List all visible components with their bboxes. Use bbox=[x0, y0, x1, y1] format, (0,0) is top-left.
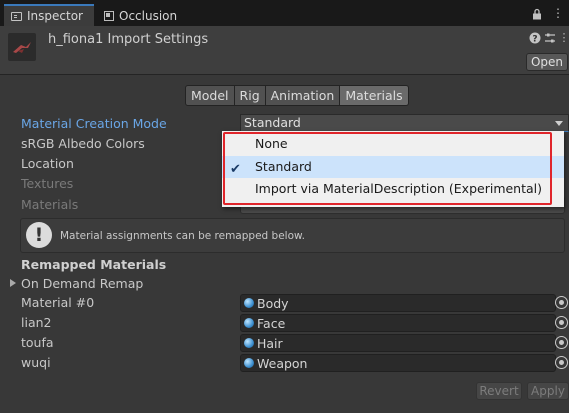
help-icon[interactable]: ? bbox=[529, 32, 541, 45]
context-menu-icon[interactable]: ⋮ bbox=[558, 32, 569, 44]
apply-button[interactable]: Apply bbox=[527, 382, 569, 400]
more-menu-icon[interactable]: ⋮ bbox=[552, 7, 564, 20]
remap-row-label: lian2 bbox=[21, 315, 52, 330]
material-creation-mode-value: Standard bbox=[244, 115, 301, 130]
occlusion-icon bbox=[104, 10, 114, 21]
import-tabs: Model Rig Animation Materials bbox=[185, 85, 409, 106]
object-picker-icon[interactable] bbox=[555, 356, 568, 369]
tab-materials[interactable]: Materials bbox=[340, 85, 409, 106]
remap-row-label: Material #0 bbox=[21, 295, 95, 310]
tab-inspector[interactable]: Inspector bbox=[4, 4, 94, 26]
object-picker-icon[interactable] bbox=[555, 316, 568, 329]
material-icon bbox=[244, 338, 254, 348]
on-demand-remap-label: On Demand Remap bbox=[21, 276, 144, 291]
remapped-materials-heading: Remapped Materials bbox=[21, 257, 167, 272]
open-button[interactable]: Open bbox=[526, 53, 568, 71]
tab-occlusion-label: Occlusion bbox=[119, 8, 178, 23]
material-object-field[interactable]: Hair bbox=[240, 334, 556, 352]
inspector-icon bbox=[11, 11, 22, 21]
revert-button[interactable]: Revert bbox=[476, 382, 522, 400]
srgb-albedo-label: sRGB Albedo Colors bbox=[21, 136, 145, 151]
foldout-arrow-icon bbox=[10, 279, 16, 287]
tab-inspector-label: Inspector bbox=[27, 9, 83, 23]
material-icon bbox=[244, 358, 254, 368]
material-icon bbox=[244, 298, 254, 308]
materials-label: Materials bbox=[21, 197, 79, 212]
object-picker-icon[interactable] bbox=[555, 336, 568, 349]
material-icon bbox=[244, 318, 254, 328]
remap-row-label: toufa bbox=[21, 335, 54, 350]
chevron-down-icon bbox=[555, 121, 563, 126]
object-picker-icon[interactable] bbox=[555, 296, 568, 309]
preset-icon[interactable] bbox=[544, 32, 556, 44]
location-label: Location bbox=[21, 156, 74, 171]
tab-animation[interactable]: Animation bbox=[265, 85, 341, 106]
model-asset-icon bbox=[8, 33, 36, 61]
svg-text:?: ? bbox=[532, 35, 537, 45]
material-object-field[interactable]: Face bbox=[240, 314, 556, 332]
tab-model[interactable]: Model bbox=[185, 85, 235, 106]
tab-occlusion[interactable]: Occlusion bbox=[97, 5, 187, 26]
material-object-field[interactable]: Body bbox=[240, 294, 556, 312]
remap-row-label: wuqi bbox=[21, 355, 51, 370]
import-settings-title: h_fiona1 Import Settings bbox=[48, 32, 209, 47]
lock-icon[interactable] bbox=[531, 8, 543, 20]
material-creation-mode-select[interactable]: Standard bbox=[240, 114, 569, 132]
help-message: Material assignments can be remapped bel… bbox=[60, 230, 305, 242]
material-object-field[interactable]: Weapon bbox=[240, 354, 556, 372]
material-creation-mode-label: Material Creation Mode bbox=[21, 116, 167, 131]
tab-rig[interactable]: Rig bbox=[234, 85, 266, 106]
textures-label: Textures bbox=[21, 176, 74, 191]
highlight-box bbox=[223, 132, 552, 205]
info-icon: ! bbox=[26, 222, 52, 248]
